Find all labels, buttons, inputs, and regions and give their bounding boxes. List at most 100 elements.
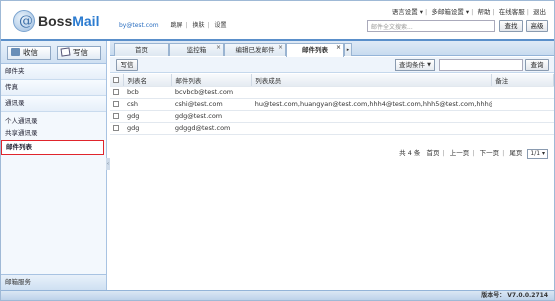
cell-members: [251, 86, 492, 99]
version-label: 版本号： V7.0.0.2714: [481, 292, 548, 299]
sidebar-item-mailbox-service[interactable]: 邮箱服务: [1, 274, 106, 290]
chevron-down-icon: ▼: [427, 62, 431, 68]
menu-language[interactable]: 语言设置 ▾: [392, 8, 423, 16]
tab-monitor-box[interactable]: 监控箱 ×: [169, 43, 224, 56]
main-panel: 首页 监控箱 × 编辑已发邮件 × 邮件列表 × ▸ 写信 查询条件 ▼ 查询 列表名 …: [110, 41, 554, 290]
menu-multi-mailbox[interactable]: 多邮箱设置 ▾: [431, 8, 469, 16]
cell-members: hu@test.com,huangyan@test.com,hhh4@test.…: [251, 98, 492, 111]
row-checkbox[interactable]: [113, 113, 119, 119]
pager-prev[interactable]: 上一页: [450, 149, 470, 157]
tab-label: 首页: [135, 46, 148, 54]
advanced-search-button[interactable]: 高级: [526, 20, 548, 32]
row-checkbox-cell: [110, 86, 124, 99]
query-input[interactable]: [439, 59, 523, 71]
cell-members: [251, 122, 492, 135]
tab-home[interactable]: 首页: [114, 43, 169, 56]
header-mail-list[interactable]: 邮件列表: [171, 74, 253, 87]
query-condition-select[interactable]: 查询条件 ▼: [395, 59, 435, 71]
row-checkbox-cell: [110, 98, 124, 111]
inbox-label: 收信: [23, 48, 38, 57]
pager-total: 共 4 条: [399, 149, 421, 157]
cell-list-name: gdg: [123, 110, 172, 123]
cell-note: [491, 110, 554, 123]
pager-last[interactable]: 尾页: [509, 149, 522, 157]
logo-text-mail: Mail: [72, 13, 100, 29]
cell-list-name: csh: [123, 98, 172, 111]
user-email: by@test.com: [119, 22, 159, 29]
user-links: by@test.com 跳屏 | 换肤 | 设置: [119, 22, 227, 29]
select-all-cell: [110, 74, 125, 87]
table-row[interactable]: gdg gdggd@test.com: [110, 122, 554, 135]
table-row[interactable]: gdg gdg@test.com: [110, 110, 554, 123]
search-row: 邮件全文搜索... 查找 高级: [358, 20, 548, 32]
cell-mail: gdg@test.com: [171, 110, 252, 123]
menu-online-support[interactable]: 在线客服: [499, 8, 525, 16]
cell-members: [251, 110, 492, 123]
cell-list-name: bcb: [123, 86, 172, 99]
logo: @ BossMail: [13, 10, 108, 34]
close-icon[interactable]: ×: [336, 42, 341, 54]
select-all-checkbox[interactable]: [113, 76, 119, 83]
menu-help[interactable]: 帮助: [477, 8, 490, 16]
top-menu: 语言设置 ▾ | 多邮箱设置 ▾ | 帮助 | 在线客服 | 退出: [391, 8, 546, 16]
close-icon[interactable]: ×: [216, 42, 221, 54]
cell-mail: bcvbcb@test.com: [171, 86, 252, 99]
cell-note: [491, 98, 554, 111]
search-button[interactable]: 查找: [499, 20, 523, 32]
logo-text-boss: Boss: [38, 13, 73, 29]
close-icon[interactable]: ×: [278, 42, 283, 54]
header: @ BossMail by@test.com 跳屏 | 换肤 | 设置 语言设置 ▾…: [1, 1, 554, 41]
header-list-name[interactable]: 列表名: [123, 74, 173, 87]
tab-edit-sent-mail[interactable]: 编辑已发邮件 ×: [224, 43, 286, 56]
menu-logout[interactable]: 退出: [533, 8, 546, 16]
cell-mail: gdggd@test.com: [171, 122, 252, 135]
table-row[interactable]: bcb bcvbcb@test.com: [110, 86, 554, 99]
tab-more-icon[interactable]: ▸: [344, 43, 352, 56]
sidebar-item-folders[interactable]: 邮件夹: [1, 64, 106, 80]
cell-note: [491, 86, 554, 99]
page-select[interactable]: 1/1 ▾: [527, 149, 548, 159]
sidebar: 收信 写信 邮件夹 传真 通讯录 个人通讯录 共享通讯录 邮件列表 邮箱服务: [1, 41, 107, 290]
tab-label: 监控箱: [186, 46, 207, 54]
header-note[interactable]: 备注: [491, 74, 554, 87]
compose-icon: [60, 47, 71, 57]
sidebar-item-contacts[interactable]: 通讯录: [1, 96, 106, 112]
tabs-bar: 首页 监控箱 × 编辑已发邮件 × 邮件列表 × ▸: [110, 41, 554, 57]
sidebar-item-fax[interactable]: 传真: [1, 80, 106, 96]
table-header-row: 列表名 邮件列表 列表成员 备注: [110, 74, 554, 87]
row-checkbox[interactable]: [113, 125, 119, 131]
sidebar-actions: 收信 写信: [1, 41, 106, 64]
write-button[interactable]: 写信: [116, 59, 138, 71]
sidebar-item-shared-contacts[interactable]: 共享通讯录: [1, 127, 106, 139]
header-list-members[interactable]: 列表成员: [251, 74, 493, 87]
compose-label: 写信: [73, 48, 88, 57]
tab-mail-list[interactable]: 邮件列表 ×: [286, 43, 344, 57]
sidebar-item-mail-list[interactable]: 邮件列表: [1, 140, 104, 155]
table-row[interactable]: csh cshi@test.com hu@test.com,huangyan@t…: [110, 98, 554, 111]
cell-note: [491, 122, 554, 135]
inbox-button[interactable]: 收信: [7, 46, 51, 60]
link-settings[interactable]: 设置: [214, 22, 226, 29]
tab-label: 邮件列表: [302, 46, 328, 54]
mail-list-table: 列表名 邮件列表 列表成员 备注 bcb bcvbcb@test.com csh…: [110, 74, 554, 135]
row-checkbox[interactable]: [113, 101, 119, 107]
cell-mail: cshi@test.com: [171, 98, 252, 111]
mail-search-input[interactable]: 邮件全文搜索...: [367, 20, 495, 32]
tab-label: 编辑已发邮件: [235, 46, 275, 54]
compose-button[interactable]: 写信: [57, 46, 101, 60]
row-checkbox-cell: [110, 122, 124, 135]
logo-icon: @: [13, 10, 35, 32]
cell-list-name: gdg: [123, 122, 172, 135]
pagination: 共 4 条 首页 | 上一页 | 下一页 | 尾页 1/1 ▾: [399, 147, 548, 159]
toolbar: 写信 查询条件 ▼ 查询: [110, 57, 554, 73]
pager-next[interactable]: 下一页: [480, 149, 500, 157]
inbox-icon: [11, 48, 20, 56]
row-checkbox[interactable]: [113, 89, 119, 95]
status-bar: 版本号： V7.0.0.2714: [1, 290, 554, 300]
query-condition-value: 查询条件: [399, 61, 425, 69]
query-button[interactable]: 查询: [525, 59, 549, 71]
pager-first[interactable]: 首页: [427, 149, 440, 157]
link-skin[interactable]: 换肤: [193, 22, 205, 29]
sidebar-item-personal-contacts[interactable]: 个人通讯录: [1, 115, 106, 127]
link-jump-screen[interactable]: 跳屏: [171, 22, 183, 29]
